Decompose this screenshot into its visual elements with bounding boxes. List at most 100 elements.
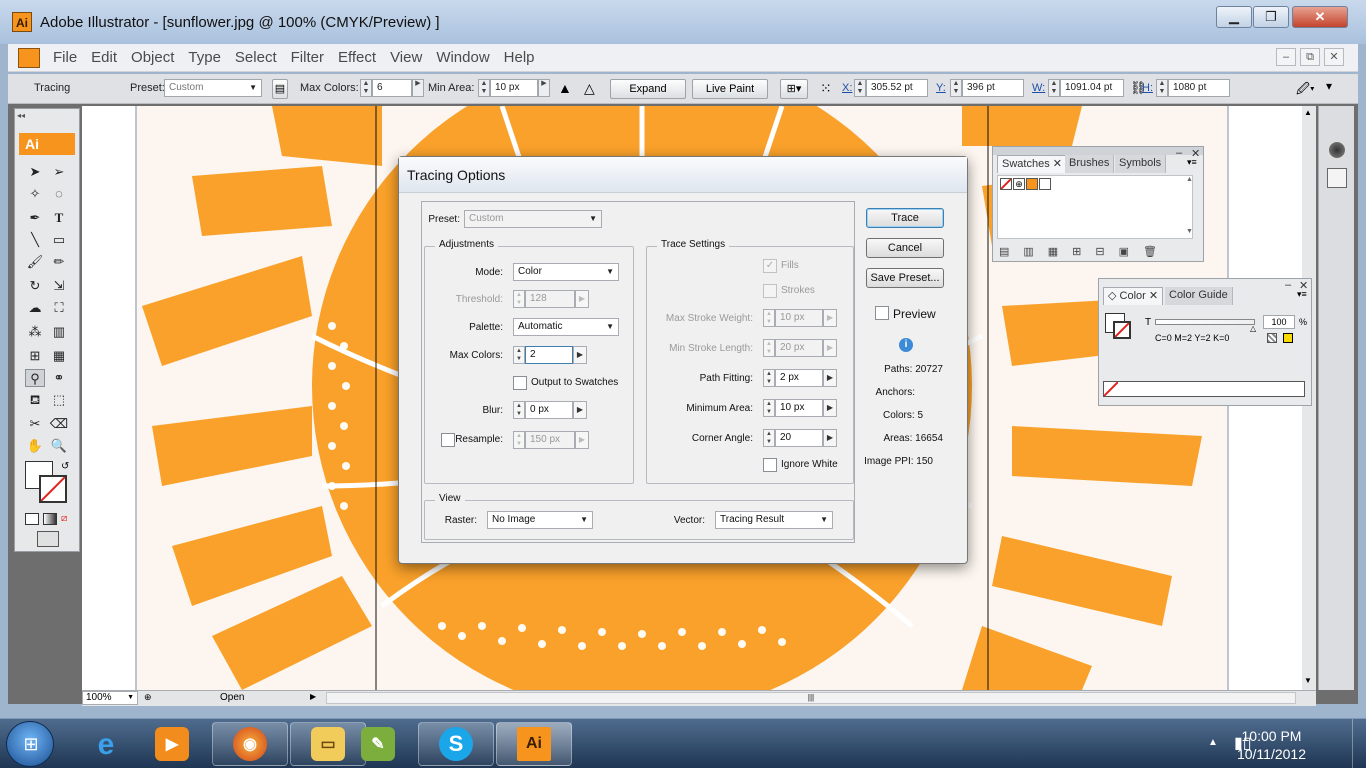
color-panel-menu-icon[interactable]: ▾≡ [1297,289,1307,300]
max-colors-spinner-dialog[interactable]: ▲ ▼ [513,346,525,364]
menu-effect[interactable]: Effect [331,44,383,72]
swatch-registration[interactable]: ⊕ [1013,178,1025,190]
path-fitting-input[interactable]: 2 px [775,369,823,387]
type-tool-icon[interactable]: T [49,209,69,227]
expand-button[interactable]: Expand [610,79,686,99]
save-preset-button[interactable]: Save Preset... [866,268,944,288]
menu-select[interactable]: Select [228,44,284,72]
w-input[interactable]: 1091.04 pt [1060,79,1124,97]
tint-slider-thumb[interactable]: △ [1250,324,1256,333]
swatch-orange[interactable] [1026,178,1038,190]
symbols-tab[interactable]: Symbols [1115,155,1167,173]
max-colors-arrow[interactable]: ▶ [412,79,424,97]
panel-grip[interactable] [993,147,1203,155]
screen-mode-icon[interactable] [37,531,59,547]
vector-dropdown[interactable]: Tracing Result ▼ [715,511,833,529]
menu-help[interactable]: Help [497,44,542,72]
max-colors-arrow-dialog[interactable]: ▶ [573,346,587,364]
taskbar-illustrator[interactable]: Ai [496,722,572,766]
column-graph-tool-icon[interactable]: ▥ [49,323,69,341]
menu-file[interactable]: File [46,44,84,72]
blur-arrow[interactable]: ▶ [573,401,587,419]
warp-tool-icon[interactable]: ☁ [25,299,45,317]
menu-type[interactable]: Type [181,44,228,72]
gradient-tool-icon[interactable]: ▦ [49,347,69,365]
swatches-scroll-up-icon[interactable]: ▲ [1186,176,1193,183]
menu-filter[interactable]: Filter [284,44,331,72]
maximize-button[interactable]: ❐ [1253,6,1289,28]
rectangle-tool-icon[interactable]: ▭ [49,231,69,249]
taskbar-skype[interactable]: S [418,722,494,766]
h-spinner[interactable]: ▲ ▼ [1156,79,1168,97]
mesh-tool-icon[interactable]: ⊞ [25,347,45,365]
minimize-button[interactable]: ▁ [1216,6,1252,28]
horizontal-scrollbar[interactable]: ||| [326,692,1296,704]
scroll-thumb[interactable]: ||| [801,693,821,703]
show-outline-icon[interactable]: △ [584,80,595,97]
close-button[interactable]: ✕ [1292,6,1348,28]
lasso-tool-icon[interactable]: ◌ [49,185,69,203]
tracing-presets-icon[interactable]: ▤ [272,79,288,99]
max-colors-input[interactable]: 6 [372,79,412,97]
minimum-area-input[interactable]: 10 px [775,399,823,417]
cancel-button[interactable]: Cancel [866,238,944,258]
live-paint-bucket-tool-icon[interactable]: ⛾ [25,391,45,409]
zoom-level-dropdown[interactable]: 100% ▼ [82,691,138,705]
raster-dropdown[interactable]: No Image ▼ [487,511,593,529]
blend-tool-icon[interactable]: ⚭ [49,369,69,387]
taskbar-paint[interactable]: ✎ [340,722,416,766]
h-input[interactable]: 1080 pt [1168,79,1230,97]
trace-button[interactable]: Trace [866,208,944,228]
ignore-white-checkbox[interactable] [763,458,777,472]
control-panel-menu-icon[interactable]: ▾ [1326,79,1332,93]
w-spinner[interactable]: ▲ ▼ [1048,79,1060,97]
swap-fill-stroke-icon[interactable]: ↺ [61,461,69,472]
swatch-none[interactable] [1000,178,1012,190]
color-guide-tab[interactable]: Color Guide [1165,287,1233,305]
collapse-toolbox-icon[interactable]: ◂◂ [17,111,25,120]
line-tool-icon[interactable]: ╲ [25,231,45,249]
palette-dropdown[interactable]: Automatic ▼ [513,318,619,336]
brushes-tab[interactable]: Brushes [1065,155,1115,173]
min-area-spinner[interactable]: ▲ ▼ [478,79,490,97]
menu-window[interactable]: Window [429,44,496,72]
start-button[interactable]: ⊞ [6,721,54,767]
document-icon[interactable] [18,48,40,68]
out-of-gamut-icon[interactable] [1267,333,1277,343]
internet-explorer-icon[interactable]: e [84,725,128,765]
y-input[interactable]: 396 pt [962,79,1024,97]
show-tracing-icon[interactable]: ▲ [558,80,572,96]
menu-object[interactable]: Object [124,44,181,72]
web-safe-icon[interactable] [1283,333,1293,343]
corner-angle-spinner[interactable]: ▲ ▼ [763,429,775,447]
menu-edit[interactable]: Edit [84,44,124,72]
rotate-tool-icon[interactable]: ↻ [25,277,45,295]
swatches-panel-menu-icon[interactable]: ▾≡ [1187,157,1197,168]
scroll-down-icon[interactable]: ▼ [1304,676,1312,685]
transform-reference-icon[interactable]: ⁙ [820,80,832,97]
corner-angle-arrow[interactable]: ▶ [823,429,837,447]
symbol-sprayer-tool-icon[interactable]: ⁂ [25,323,45,341]
dialog-preset-dropdown[interactable]: Custom ▼ [464,210,602,228]
corner-angle-input[interactable]: 20 [775,429,823,447]
swatches-footer-icons[interactable]: ▤▥▦⊞⊟▣🗑 [999,245,1171,258]
tint-input[interactable]: 100 [1263,315,1295,329]
color-spectrum-bar[interactable] [1103,381,1305,397]
appearance-icon[interactable] [1327,140,1347,160]
none-mode-icon[interactable]: ⧄ [61,513,75,525]
blur-spinner[interactable]: ▲ ▼ [513,401,525,419]
swatch-white[interactable] [1039,178,1051,190]
taskbar-firefox[interactable]: ◉ [212,722,288,766]
swatches-tab[interactable]: Swatches ✕ [997,155,1067,173]
y-spinner[interactable]: ▲ ▼ [950,79,962,97]
show-desktop-button[interactable] [1352,719,1366,768]
paintbrush-tool-icon[interactable]: 🖌 [25,253,45,271]
doc-close-button[interactable]: ✕ [1324,48,1344,66]
gradient-mode-icon[interactable] [43,513,57,525]
zoom-tool-icon[interactable]: 🔍 [49,437,69,455]
live-paint-button[interactable]: Live Paint [692,79,768,99]
free-transform-tool-icon[interactable]: ⛶ [49,299,69,317]
scale-tool-icon[interactable]: ⇲ [49,277,69,295]
transparency-icon[interactable] [1327,168,1347,188]
pen-tool-icon[interactable]: ✒ [25,209,45,227]
